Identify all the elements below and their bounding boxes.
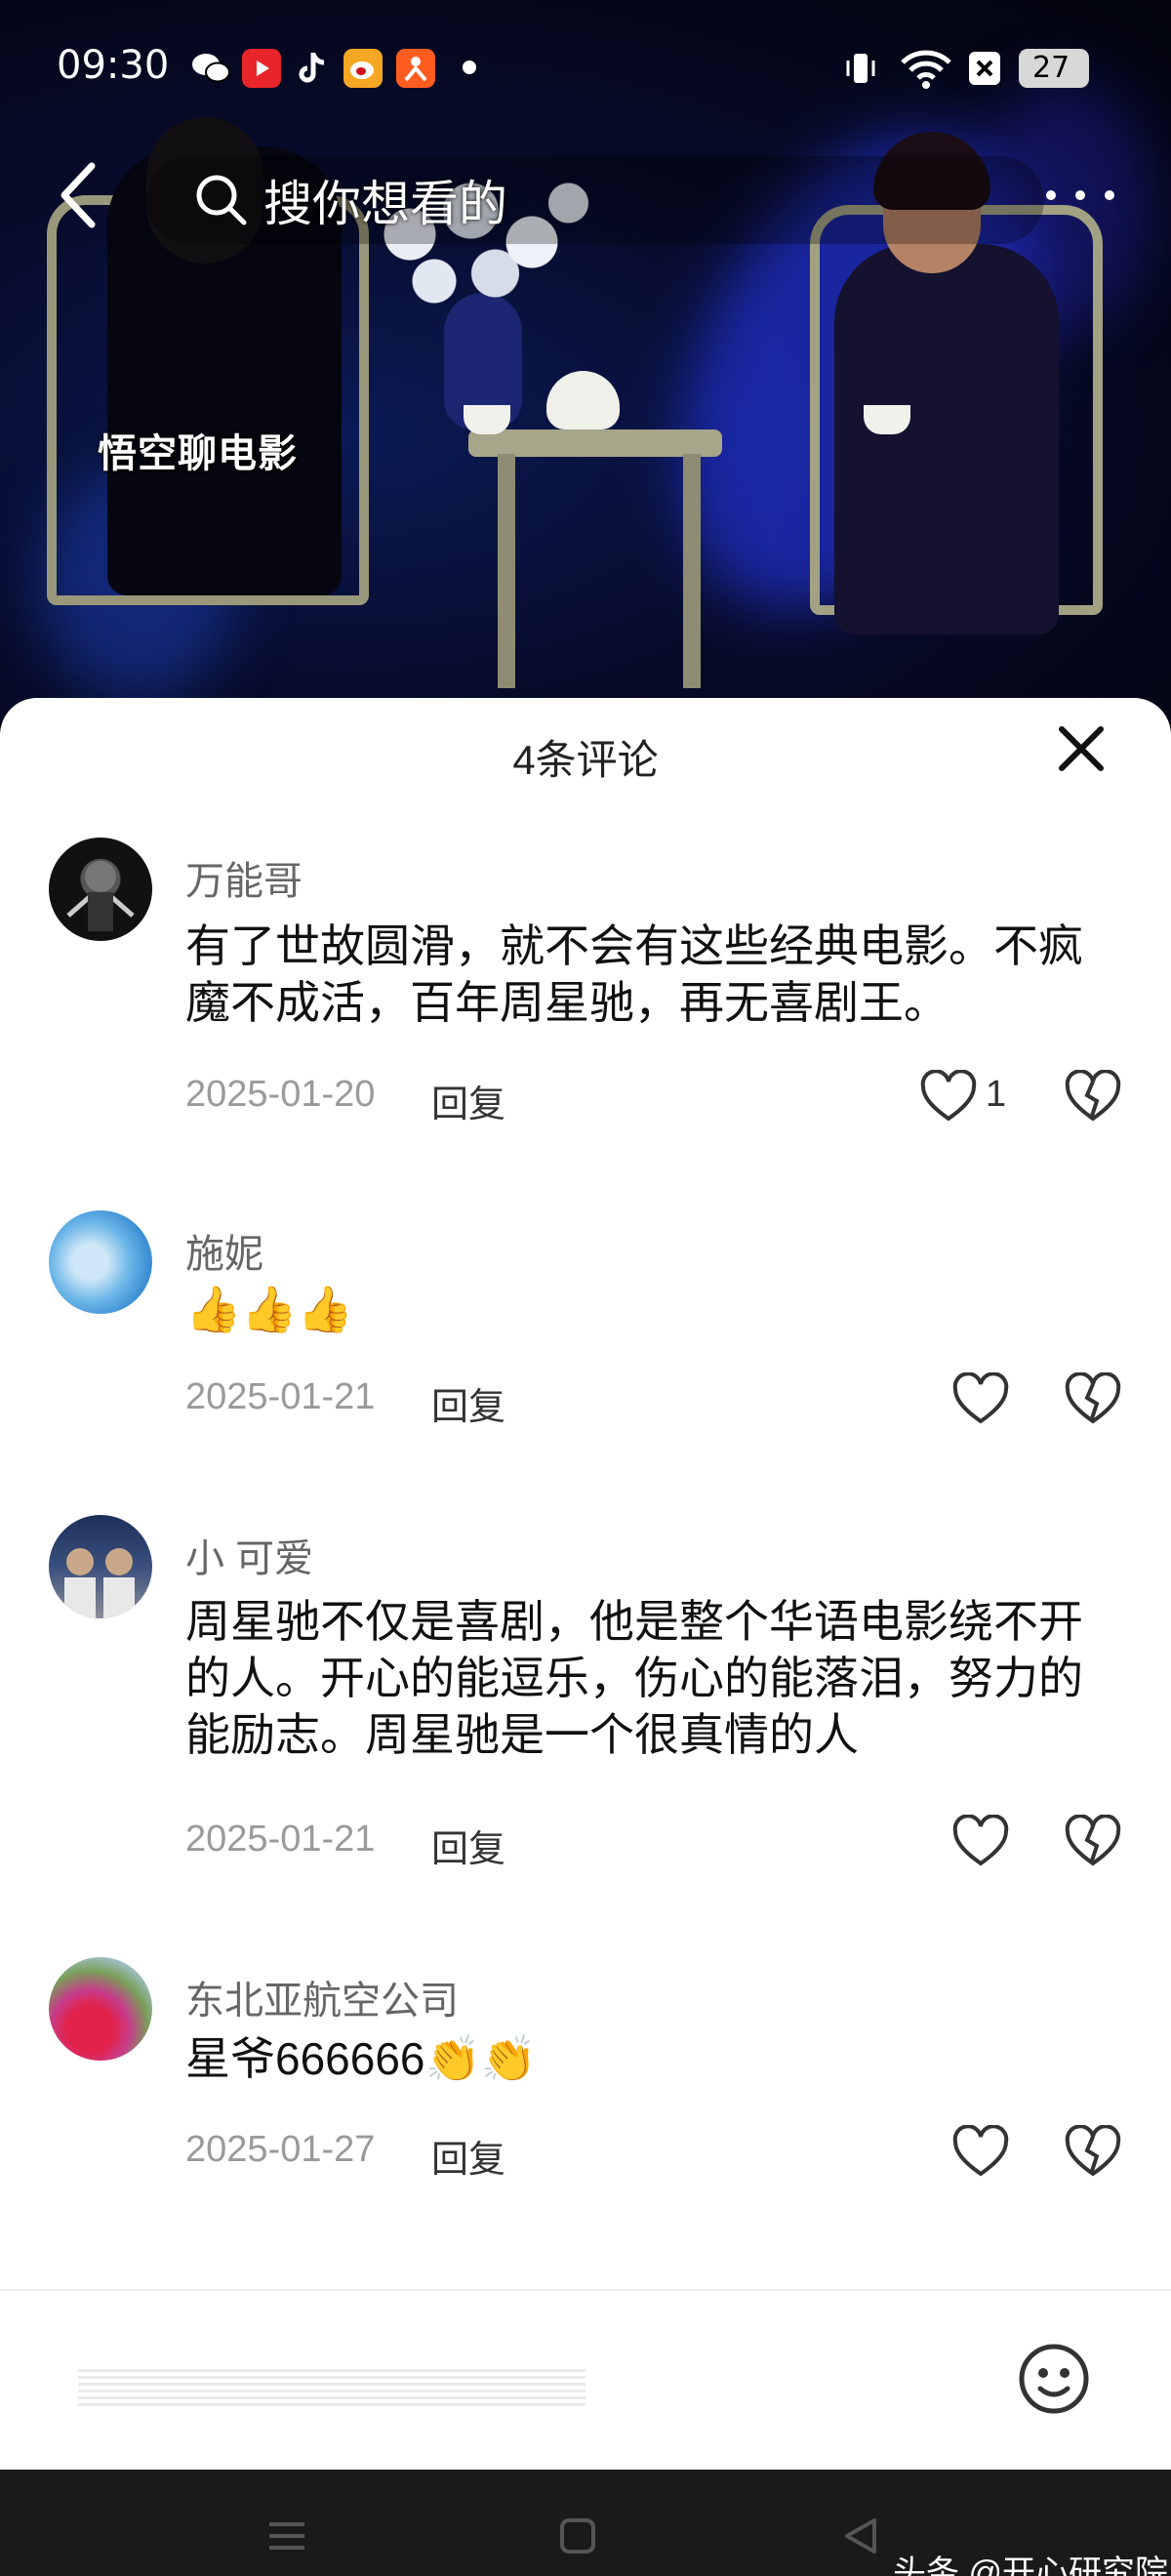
like-button[interactable] [951, 1815, 1010, 1869]
sim-off-icon [969, 52, 1000, 85]
avatar[interactable] [49, 1957, 152, 2061]
like-button[interactable] [951, 1372, 1010, 1427]
reply-button[interactable]: 回复 [431, 1376, 505, 1430]
dislike-button[interactable] [1064, 1070, 1122, 1124]
more-options-button[interactable] [1046, 176, 1114, 215]
search-placeholder: 搜你想看的 [263, 176, 507, 232]
close-button[interactable] [1054, 721, 1109, 776]
comment-input[interactable] [78, 2369, 586, 2408]
dislike-button[interactable] [1064, 1372, 1122, 1427]
battery-icon: 27 [1019, 49, 1089, 88]
woman-silhouette [834, 244, 1059, 634]
search-input[interactable]: 搜你想看的 [146, 156, 1044, 244]
notification-dot [463, 61, 476, 74]
emoji-button[interactable] [1015, 2340, 1093, 2418]
status-bar: 09:30 27 [0, 0, 1171, 137]
tiktok-icon [293, 49, 332, 88]
video-watermark: 悟空聊电影 [98, 431, 298, 476]
dot [1105, 190, 1114, 200]
video-app-icon [242, 49, 281, 88]
commenter-name[interactable]: 小 可爱 [185, 1527, 313, 1583]
like-count: 1 [986, 1074, 1007, 1115]
home-nav-icon[interactable] [558, 2516, 597, 2556]
comment-date: 2025-01-21 [185, 1819, 376, 1860]
comment-text: 有了世故圆滑，就不会有这些经典电影。不疯魔不成活，百年周星驰，再无喜剧王。 [185, 920, 1083, 1028]
vibrate-icon [846, 54, 875, 83]
comment-date: 2025-01-21 [185, 1376, 376, 1417]
like-button[interactable] [919, 1070, 978, 1124]
commenter-name[interactable]: 万能哥 [185, 849, 303, 906]
battery-level: 27 [1032, 51, 1070, 85]
comments-title: 4条评论 [512, 737, 659, 783]
dislike-button[interactable] [1064, 1815, 1122, 1869]
comment-text: 周星驰不仅是喜剧，他是整个华语电影绕不开的人。开心的能逗乐，伤心的能落泪，努力的… [185, 1596, 1083, 1760]
table-leg [683, 454, 701, 688]
dislike-button[interactable] [1064, 2125, 1122, 2180]
back-button[interactable] [49, 156, 107, 234]
avatar[interactable] [49, 1515, 152, 1618]
comments-panel: 4条评论 万能哥 有了世故圆滑，就不会有这些经典电影。不疯魔不成活，百年周星驰，… [0, 698, 1171, 2470]
comment-date: 2025-01-27 [185, 2129, 376, 2170]
reply-button[interactable]: 回复 [431, 2129, 505, 2183]
reply-button[interactable]: 回复 [431, 1819, 505, 1872]
search-icon [196, 175, 247, 225]
avatar[interactable] [49, 1210, 152, 1314]
avatar-image [64, 1548, 135, 1618]
avatar[interactable] [49, 838, 152, 941]
wechat-icon [191, 49, 230, 88]
status-time: 09:30 [57, 43, 170, 88]
comment-input-bar [0, 2289, 1171, 2470]
teapot [546, 371, 620, 429]
teacup [464, 405, 510, 434]
teacup [864, 405, 910, 434]
app-icon [396, 49, 435, 88]
comment-text: 星爷666666👏👏 [185, 2033, 538, 2084]
source-watermark: 头条 @开心研究院 [893, 2555, 1168, 2576]
comment-date: 2025-01-20 [185, 1074, 376, 1115]
dot [1075, 190, 1085, 200]
like-button[interactable] [951, 2125, 1010, 2180]
commenter-name[interactable]: 东北亚航空公司 [185, 1969, 459, 2025]
reply-button[interactable]: 回复 [431, 1074, 505, 1127]
tea-table [468, 429, 722, 457]
back-nav-icon[interactable] [841, 2516, 880, 2556]
menu-nav-icon[interactable] [265, 2516, 308, 2556]
dot [1046, 190, 1056, 200]
comment-text: 👍👍👍 [185, 1284, 353, 1334]
commenter-name[interactable]: 施妮 [185, 1222, 263, 1279]
weibo-icon [343, 49, 383, 88]
table-leg [498, 454, 515, 688]
avatar-image [66, 861, 135, 931]
wifi-icon [901, 50, 951, 89]
